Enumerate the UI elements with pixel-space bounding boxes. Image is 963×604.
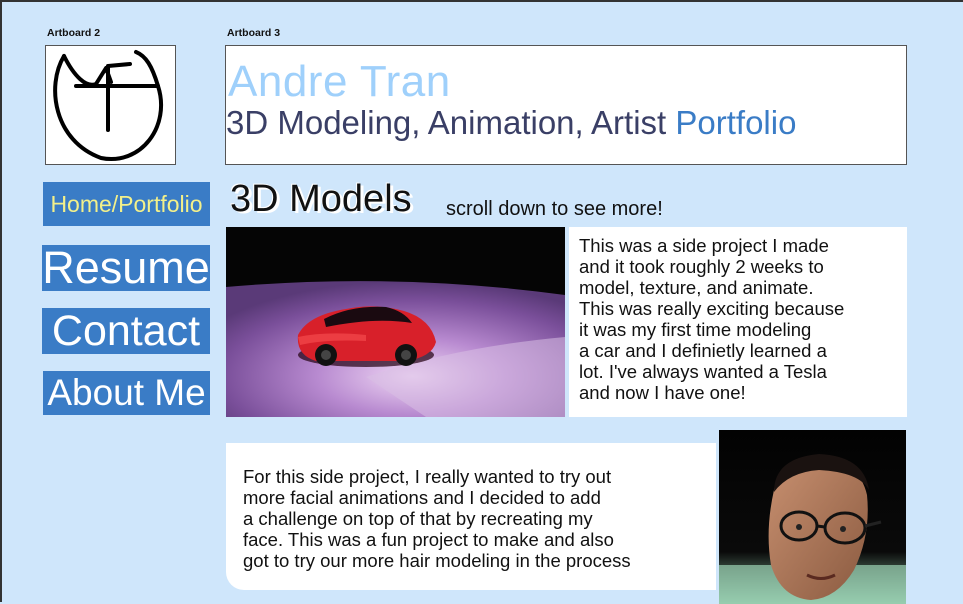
nav-home-portfolio-button[interactable]: Home/Portfolio (43, 182, 210, 226)
description-line: face. This was a fun project to make and… (243, 529, 614, 550)
project-2-image[interactable] (719, 430, 906, 604)
project-1-description: This was a side project I made and it to… (569, 227, 907, 417)
description-line: a car and I definietly learned a (579, 340, 827, 361)
section-title: 3D Models (230, 178, 412, 220)
project-2-description: For this side project, I really wanted t… (226, 443, 716, 590)
description-line: a challenge on top of that by recreating… (243, 508, 593, 529)
description-line: and now I have one! (579, 382, 746, 403)
subtitle-main: 3D Modeling, Animation, Artist (226, 104, 676, 141)
logo[interactable] (45, 45, 176, 165)
description-line: it was my first time modeling (579, 319, 812, 340)
header: Andre Tran 3D Modeling, Animation, Artis… (225, 45, 907, 165)
description-line: more facial animations and I decided to … (243, 487, 601, 508)
description-line: model, texture, and animate. (579, 277, 814, 298)
nav-resume-button[interactable]: Resume (42, 242, 210, 293)
page-subtitle: 3D Modeling, Animation, Artist Portfolio (226, 106, 796, 139)
page-title: Andre Tran (228, 57, 451, 106)
face-model-render-icon (719, 430, 906, 604)
project-1-image[interactable] (226, 227, 565, 417)
red-car-render-icon (226, 227, 565, 417)
description-line: got to try our more hair modeling in the… (243, 550, 631, 571)
description-line: For this side project, I really wanted t… (243, 466, 612, 487)
scroll-hint: scroll down to see more! (446, 198, 663, 220)
description-line: This was a side project I made (579, 235, 829, 256)
subtitle-accent: Portfolio (675, 104, 797, 141)
artboard-2-label: Artboard 2 (47, 27, 101, 39)
description-line: and it took roughly 2 weeks to (579, 256, 824, 277)
nav-contact-button[interactable]: Contact (42, 307, 210, 355)
logo-monogram-icon (53, 50, 164, 162)
description-line: lot. I've always wanted a Tesla (579, 361, 827, 382)
description-line: This was really exciting because (579, 298, 845, 319)
nav-about-me-button[interactable]: About Me (43, 371, 210, 415)
artboard-3-label: Artboard 3 (227, 27, 281, 39)
